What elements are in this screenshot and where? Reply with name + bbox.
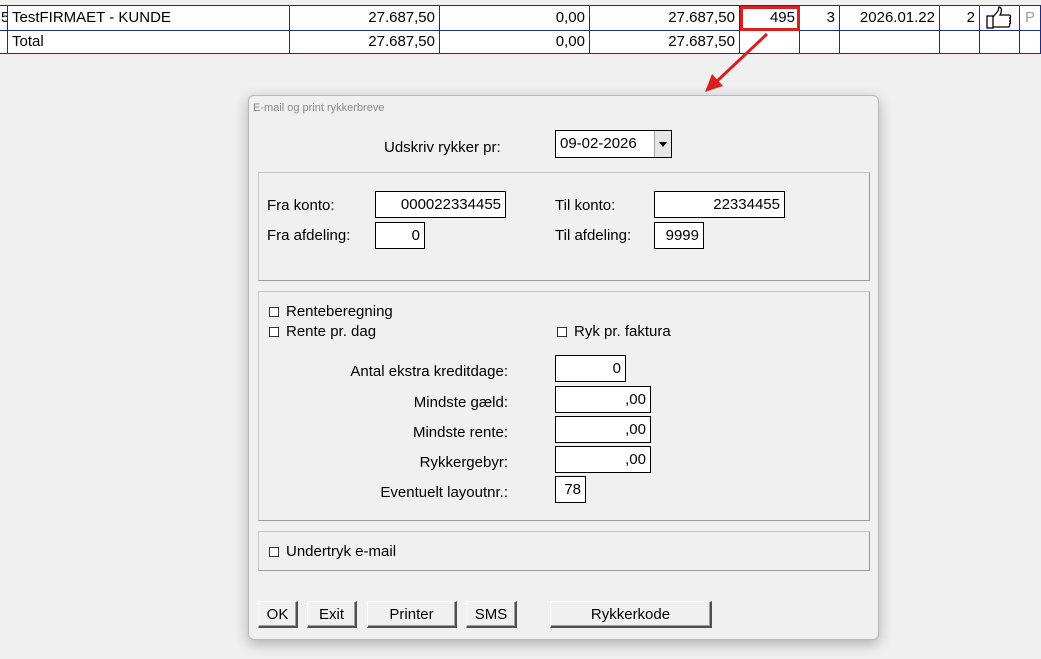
amount-cell[interactable]: 27.687,50 <box>590 6 740 31</box>
to-account-field[interactable]: 22334455 <box>654 191 785 218</box>
thumbs-up-cell[interactable] <box>980 6 1020 31</box>
interest-calc-label[interactable]: Renteberegning <box>286 302 393 322</box>
chevron-down-icon[interactable] <box>654 131 671 157</box>
min-interest-label: Mindste rente: <box>412 424 508 441</box>
fee-field[interactable]: ,00 <box>555 446 651 473</box>
amount-cell[interactable]: 27.687,50 <box>290 6 440 31</box>
customer-name-cell[interactable]: TestFIRMAET - KUNDE <box>8 6 290 31</box>
min-debt-label: Mindste gæld: <box>413 394 508 411</box>
total-amount: 27.687,50 <box>590 31 740 54</box>
interest-calc-checkbox[interactable] <box>269 307 279 317</box>
to-dept-label: Til afdeling: <box>555 227 632 244</box>
empty-cell <box>980 31 1020 54</box>
exit-button[interactable]: Exit <box>307 601 357 628</box>
layout-label: Eventuelt layoutnr.: <box>380 484 508 501</box>
reminder-dialog: E-mail og print rykkerbreve Udskriv rykk… <box>248 95 879 640</box>
level-cell[interactable]: 3 <box>800 6 840 31</box>
to-dept-field[interactable]: 9999 <box>654 222 704 249</box>
sms-button[interactable]: SMS <box>466 601 517 628</box>
ok-button[interactable]: OK <box>258 601 298 628</box>
layout-field[interactable]: 78 <box>555 476 586 503</box>
from-dept-field[interactable]: 0 <box>375 222 425 249</box>
from-account-field[interactable]: 000022334455 <box>375 191 506 218</box>
min-interest-field[interactable]: ,00 <box>555 416 651 443</box>
total-amount: 0,00 <box>440 31 590 54</box>
total-amount: 27.687,50 <box>290 31 440 54</box>
empty-cell <box>840 31 940 54</box>
date-cell[interactable]: 2026.01.22 <box>840 6 940 31</box>
min-debt-field[interactable]: ,00 <box>555 386 651 413</box>
printer-button[interactable]: Printer <box>367 601 457 628</box>
highlighted-fee-cell[interactable]: 495 <box>740 6 800 31</box>
from-account-label: Fra konto: <box>267 197 335 214</box>
row-index: 5 <box>0 6 8 31</box>
print-date-dropdown[interactable]: 09-02-2026 <box>555 130 672 158</box>
empty-cell <box>1020 31 1041 54</box>
flag-cell[interactable]: P <box>1020 6 1041 31</box>
print-date-label: Udskriv rykker pr: <box>384 139 501 156</box>
thumbs-up-icon <box>986 6 1012 29</box>
amount-cell[interactable]: 0,00 <box>440 6 590 31</box>
empty-cell <box>800 31 840 54</box>
fee-label: Rykkergebyr: <box>419 454 508 471</box>
total-label: Total <box>8 31 290 54</box>
row-index <box>0 31 8 54</box>
empty-cell <box>740 31 800 54</box>
from-dept-label: Fra afdeling: <box>267 227 351 244</box>
count-cell[interactable]: 2 <box>940 6 980 31</box>
interest-per-day-checkbox[interactable] <box>269 327 279 337</box>
header-border <box>0 5 1041 6</box>
reminder-code-button[interactable]: Rykkerkode <box>550 601 712 628</box>
print-date-value: 09-02-2026 <box>560 135 637 152</box>
empty-cell <box>940 31 980 54</box>
to-account-label: Til konto: <box>555 197 616 214</box>
extra-credit-days-label: Antal ekstra kreditdage: <box>350 363 508 380</box>
per-invoice-label[interactable]: Ryk pr. faktura <box>574 322 671 342</box>
suppress-email-label[interactable]: Undertryk e-mail <box>286 542 396 562</box>
per-invoice-checkbox[interactable] <box>557 327 567 337</box>
interest-per-day-label[interactable]: Rente pr. dag <box>286 322 376 342</box>
customer-table: 5 TestFIRMAET - KUNDE 27.687,50 0,00 27.… <box>0 0 1041 54</box>
extra-credit-days-field[interactable]: 0 <box>555 355 626 382</box>
dialog-title: E-mail og print rykkerbreve <box>253 102 385 114</box>
suppress-email-checkbox[interactable] <box>269 547 279 557</box>
